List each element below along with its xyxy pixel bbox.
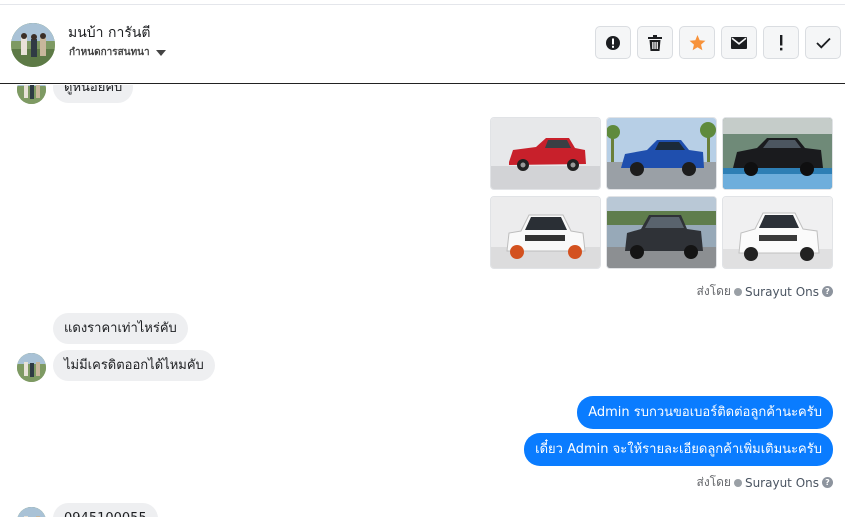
- contact-avatar-small: [17, 507, 46, 517]
- top-divider: [0, 4, 845, 5]
- photo-red-truck: [491, 118, 600, 189]
- attachment-photo[interactable]: [722, 117, 833, 190]
- spam-button[interactable]: [763, 26, 799, 59]
- photo-white-truck: [491, 197, 600, 268]
- conversation-header: มนบ้า การันตี กำหนดการสนทนา: [0, 0, 845, 84]
- conversation-status-dropdown[interactable]: กำหนดการสนทนา: [69, 45, 166, 60]
- contact-name[interactable]: มนบ้า การันตี: [68, 22, 151, 44]
- sent-by-prefix: ส่งโดย: [696, 284, 731, 298]
- attachment-photo[interactable]: [606, 117, 717, 190]
- help-icon[interactable]: ?: [822, 477, 833, 488]
- done-button[interactable]: [805, 26, 841, 59]
- incoming-message[interactable]: ไม่มีเครดิตออกได้ไหมคับ: [53, 350, 215, 381]
- outgoing-message[interactable]: เดี๋ยว Admin จะให้รายละเอียดลูกค้าเพิ่มเ…: [524, 433, 833, 466]
- sent-by-name[interactable]: Surayut Ons: [745, 476, 819, 490]
- exclamation-icon: [780, 34, 783, 50]
- header-actions: [595, 26, 841, 59]
- incoming-message[interactable]: 0945100055: [53, 503, 158, 517]
- star-button[interactable]: [679, 26, 715, 59]
- trash-icon: [648, 34, 662, 51]
- sent-by-info: ส่งโดย Surayut Ons ?: [696, 282, 833, 301]
- message-thread[interactable]: ดูหน่อยคับ ส่งโดย Surayut Ons ? แดงราคาเ…: [0, 85, 845, 517]
- photo-white-truck-2: [723, 197, 832, 268]
- star-icon: [689, 34, 705, 50]
- delete-button[interactable]: [637, 26, 673, 59]
- attachment-photo[interactable]: [490, 117, 601, 190]
- attachment-photo[interactable]: [490, 196, 601, 269]
- sent-by-prefix: ส่งโดย: [696, 475, 731, 489]
- incoming-message[interactable]: แดงราคาเท่าไหร่คับ: [53, 313, 188, 344]
- outgoing-message[interactable]: Admin รบกวนขอเบอร์ติดต่อลูกค้านะครับ: [577, 396, 833, 429]
- photo-grey-truck: [607, 197, 716, 268]
- report-button[interactable]: [595, 26, 631, 59]
- alert-circle-icon: [606, 35, 620, 50]
- sent-by-name[interactable]: Surayut Ons: [745, 285, 819, 299]
- attachment-photo[interactable]: [722, 196, 833, 269]
- contact-avatar-small: [17, 353, 46, 382]
- photo-black-truck: [723, 118, 832, 189]
- attachment-photo[interactable]: [606, 196, 717, 269]
- contact-avatar[interactable]: [11, 23, 55, 67]
- caret-down-icon: [155, 49, 166, 56]
- photo-blue-truck: [607, 118, 716, 189]
- envelope-icon: [731, 36, 747, 49]
- checkmark-icon: [815, 37, 831, 49]
- mark-unread-button[interactable]: [721, 26, 757, 59]
- help-icon[interactable]: ?: [822, 286, 833, 297]
- incoming-message[interactable]: ดูหน่อยคับ: [53, 85, 134, 103]
- contact-avatar-small: [17, 85, 46, 104]
- conversation-status-label: กำหนดการสนทนา: [69, 47, 150, 58]
- page-badge-icon: [733, 287, 742, 296]
- sent-by-info: ส่งโดย Surayut Ons ?: [696, 473, 833, 492]
- page-badge-icon: [733, 478, 742, 487]
- photo-attachment-grid: [490, 117, 833, 271]
